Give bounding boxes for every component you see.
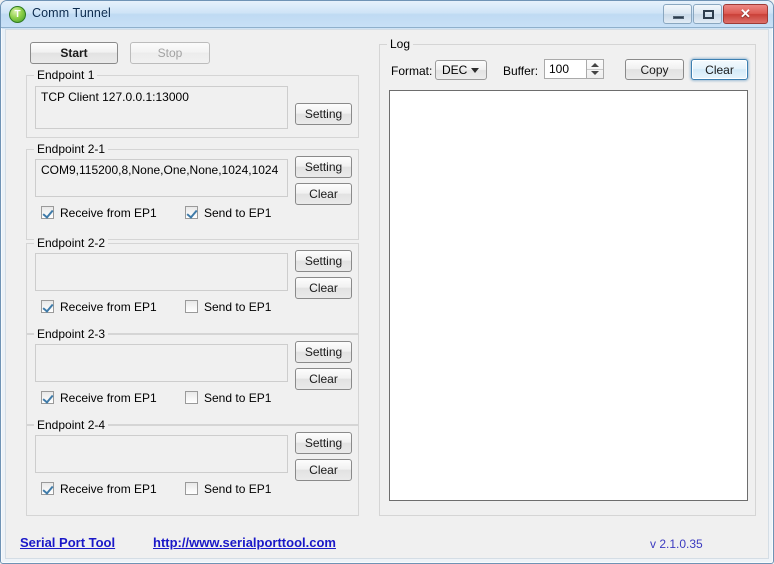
footer-bar: Serial Port Tool http://www.serialportto… bbox=[5, 528, 769, 560]
endpoint-2-1-receive-checkbox[interactable]: Receive from EP1 bbox=[41, 205, 157, 220]
brand-link[interactable]: Serial Port Tool bbox=[20, 535, 115, 550]
endpoint-1-group: Endpoint 1 TCP Client 127.0.0.1:13000 Se… bbox=[26, 68, 359, 138]
chevron-down-icon bbox=[471, 68, 479, 73]
endpoint-2-3-value[interactable] bbox=[35, 344, 288, 382]
endpoint-2-3-clear-button[interactable]: Clear bbox=[295, 368, 352, 390]
stepper-down-icon[interactable] bbox=[591, 71, 599, 75]
buffer-input[interactable]: 100 bbox=[544, 59, 587, 79]
checkbox-box bbox=[185, 391, 198, 404]
endpoint-2-1-title: Endpoint 2-1 bbox=[34, 142, 109, 156]
endpoint-2-2-setting-button[interactable]: Setting bbox=[295, 250, 352, 272]
endpoint-2-4-group: Endpoint 2-4 Setting Clear Receive from … bbox=[26, 418, 359, 516]
checkbox-label: Receive from EP1 bbox=[60, 299, 157, 314]
endpoint-2-2-receive-checkbox[interactable]: Receive from EP1 bbox=[41, 299, 157, 314]
title-bar[interactable]: Comm Tunnel ✕ bbox=[1, 1, 773, 28]
endpoint-2-1-send-checkbox[interactable]: Send to EP1 bbox=[185, 205, 271, 220]
checkbox-box bbox=[41, 300, 54, 313]
endpoint-2-3-title: Endpoint 2-3 bbox=[34, 327, 109, 341]
comm-tunnel-window: Comm Tunnel ✕ Start Stop Endpoint 1 TCP … bbox=[0, 0, 774, 564]
endpoint-2-4-setting-button[interactable]: Setting bbox=[295, 432, 352, 454]
endpoint-2-4-value[interactable] bbox=[35, 435, 288, 473]
endpoint-2-2-clear-button[interactable]: Clear bbox=[295, 277, 352, 299]
buffer-label: Buffer: bbox=[503, 64, 539, 78]
start-button[interactable]: Start bbox=[30, 42, 118, 64]
format-label: Format: bbox=[391, 64, 433, 78]
checkbox-box bbox=[185, 300, 198, 313]
website-link[interactable]: http://www.serialporttool.com bbox=[153, 535, 336, 550]
endpoint-1-value[interactable]: TCP Client 127.0.0.1:13000 bbox=[35, 86, 288, 129]
endpoint-2-3-group: Endpoint 2-3 Setting Clear Receive from … bbox=[26, 327, 359, 425]
minimize-button[interactable] bbox=[663, 4, 692, 24]
minimize-icon bbox=[673, 16, 684, 19]
checkbox-label: Send to EP1 bbox=[204, 299, 272, 314]
checkbox-box bbox=[185, 482, 198, 495]
endpoint-2-1-value[interactable]: COM9,115200,8,None,One,None,1024,1024 bbox=[35, 159, 288, 197]
endpoint-2-4-receive-checkbox[interactable]: Receive from EP1 bbox=[41, 481, 157, 496]
checkbox-label: Send to EP1 bbox=[204, 205, 272, 220]
client-area: Start Stop Endpoint 1 TCP Client 127.0.0… bbox=[5, 29, 769, 559]
maximize-button[interactable] bbox=[693, 4, 722, 24]
log-output[interactable] bbox=[389, 90, 748, 501]
endpoint-2-1-setting-button[interactable]: Setting bbox=[295, 156, 352, 178]
stepper-up-icon[interactable] bbox=[591, 63, 599, 67]
endpoint-2-2-title: Endpoint 2-2 bbox=[34, 236, 109, 250]
maximize-icon bbox=[703, 10, 714, 19]
endpoint-2-1-group: Endpoint 2-1 COM9,115200,8,None,One,None… bbox=[26, 142, 359, 240]
endpoint-2-4-send-checkbox[interactable]: Send to EP1 bbox=[185, 481, 271, 496]
log-clear-button[interactable]: Clear bbox=[691, 59, 748, 80]
endpoint-2-4-title: Endpoint 2-4 bbox=[34, 418, 109, 432]
checkbox-box bbox=[41, 391, 54, 404]
window-title: Comm Tunnel bbox=[32, 6, 111, 20]
endpoint-2-3-send-checkbox[interactable]: Send to EP1 bbox=[185, 390, 271, 405]
comm-tunnel-logo-icon bbox=[9, 6, 26, 23]
checkbox-label: Send to EP1 bbox=[204, 390, 272, 405]
checkbox-box bbox=[41, 206, 54, 219]
version-label: v 2.1.0.35 bbox=[650, 537, 703, 551]
stepper-divider bbox=[587, 69, 603, 70]
endpoint-1-title: Endpoint 1 bbox=[34, 68, 98, 82]
endpoint-2-2-group: Endpoint 2-2 Setting Clear Receive from … bbox=[26, 236, 359, 334]
endpoint-2-3-receive-checkbox[interactable]: Receive from EP1 bbox=[41, 390, 157, 405]
endpoint-1-setting-button[interactable]: Setting bbox=[295, 103, 352, 125]
endpoint-2-1-clear-button[interactable]: Clear bbox=[295, 183, 352, 205]
format-value: DEC bbox=[442, 63, 468, 77]
close-icon: ✕ bbox=[740, 6, 751, 21]
checkbox-box bbox=[185, 206, 198, 219]
buffer-stepper[interactable] bbox=[587, 59, 604, 79]
endpoint-2-2-send-checkbox[interactable]: Send to EP1 bbox=[185, 299, 271, 314]
format-select[interactable]: DEC bbox=[435, 60, 487, 80]
checkbox-label: Receive from EP1 bbox=[60, 390, 157, 405]
checkbox-label: Receive from EP1 bbox=[60, 481, 157, 496]
log-group-title: Log bbox=[387, 37, 414, 51]
checkbox-label: Send to EP1 bbox=[204, 481, 272, 496]
stop-button[interactable]: Stop bbox=[130, 42, 210, 64]
endpoint-2-4-clear-button[interactable]: Clear bbox=[295, 459, 352, 481]
checkbox-box bbox=[41, 482, 54, 495]
checkbox-label: Receive from EP1 bbox=[60, 205, 157, 220]
window-controls: ✕ bbox=[663, 4, 768, 24]
endpoint-2-3-setting-button[interactable]: Setting bbox=[295, 341, 352, 363]
endpoint-2-2-value[interactable] bbox=[35, 253, 288, 291]
close-button[interactable]: ✕ bbox=[723, 4, 768, 24]
copy-button[interactable]: Copy bbox=[625, 59, 684, 80]
log-group: Log Format: DEC Buffer: 100 Copy Clear bbox=[379, 37, 756, 516]
